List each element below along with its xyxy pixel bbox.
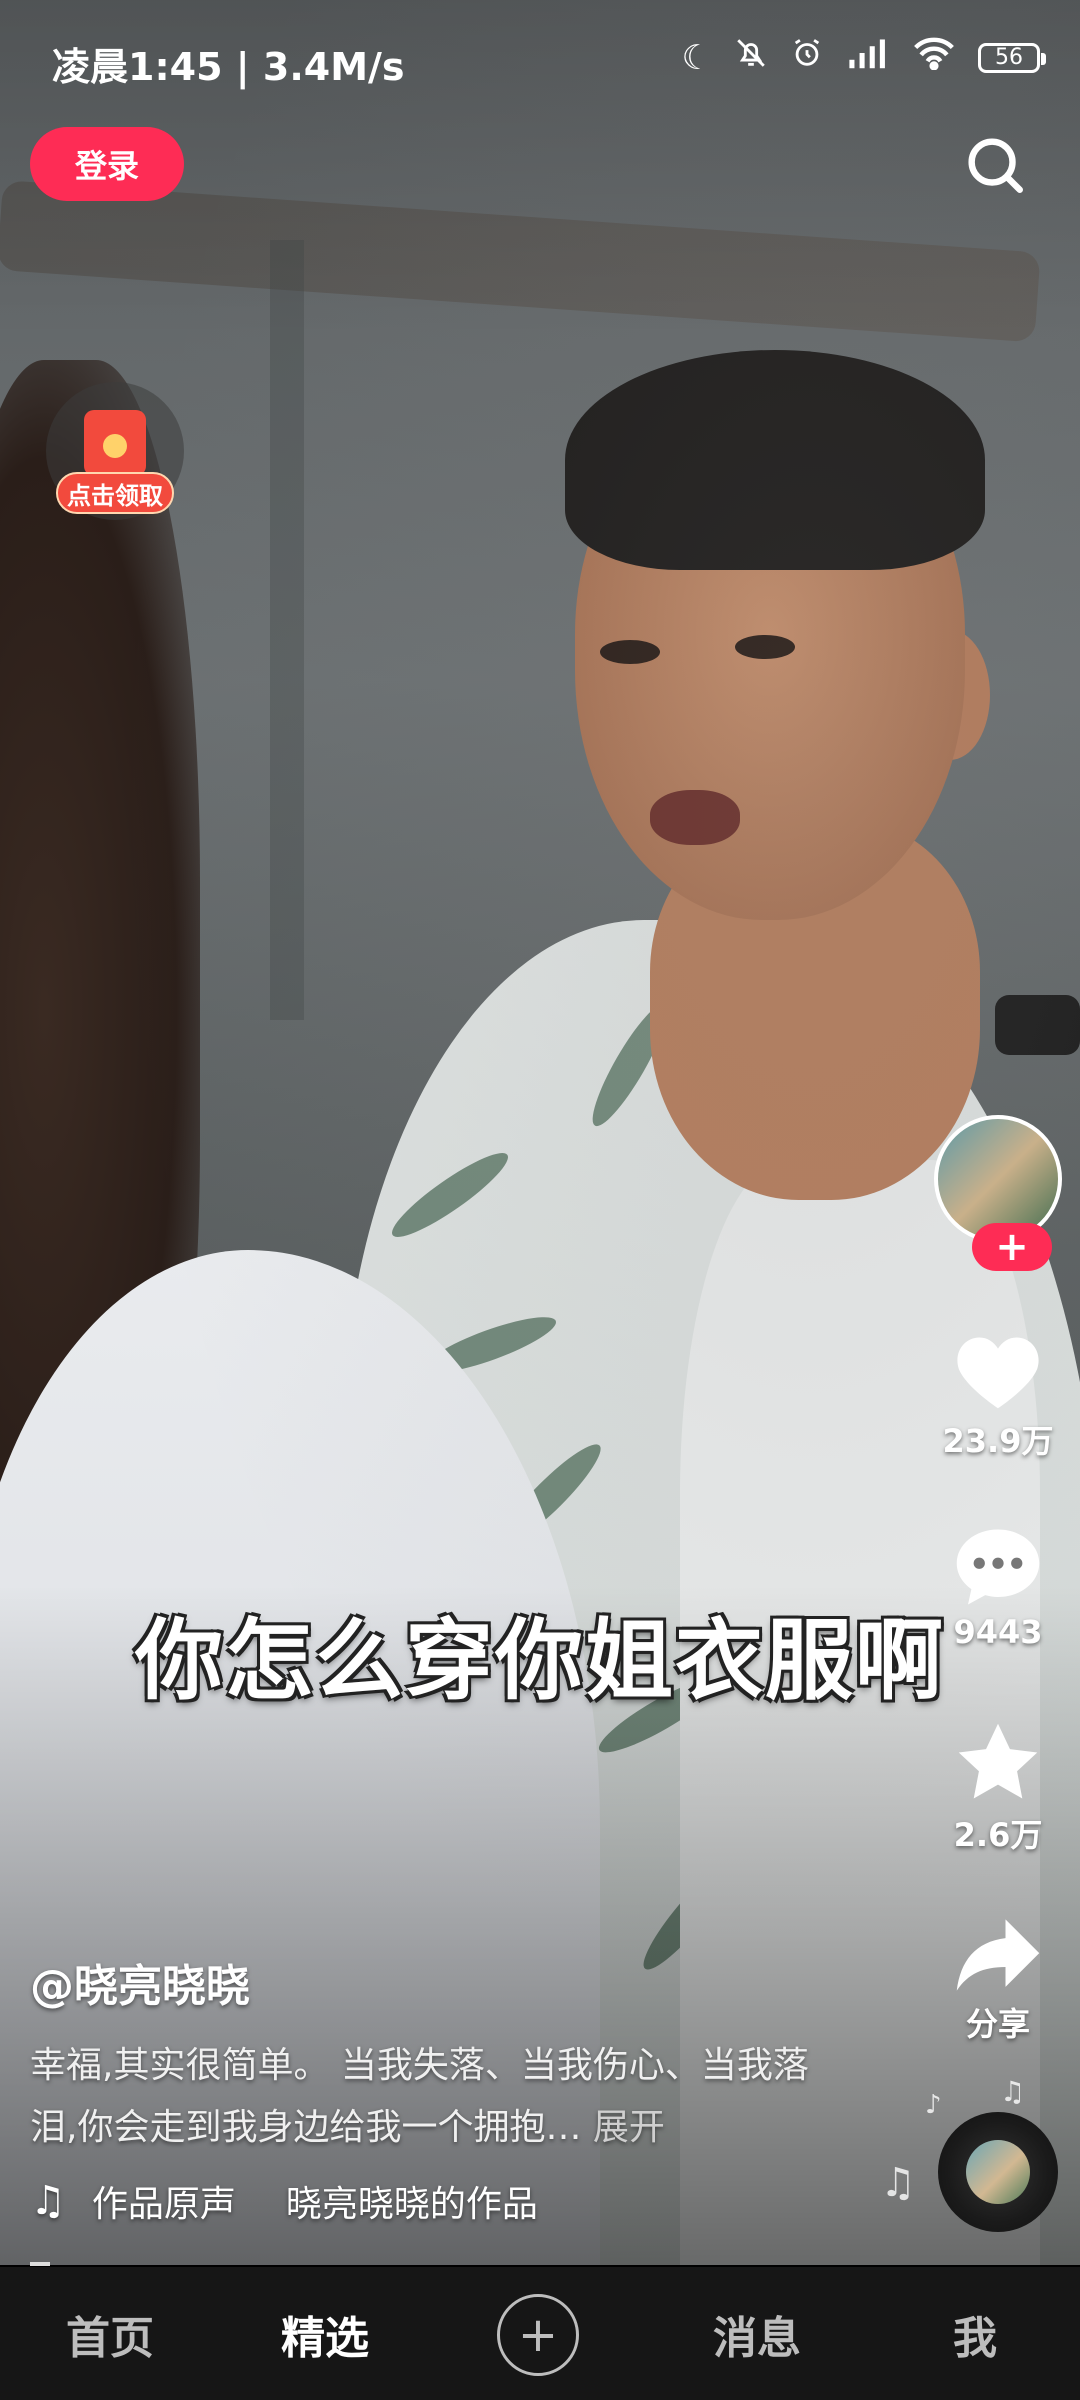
status-time: 凌晨1:45 | 3.4M/s (52, 36, 405, 91)
like-count: 23.9万 (942, 1422, 1054, 1460)
battery-level: 56 (995, 45, 1023, 70)
floating-note-icon: ♫ (1000, 2075, 1026, 2108)
comment-icon (956, 1529, 1040, 1605)
music-author: 晓亮晓晓的作品 (285, 2184, 538, 2225)
music-info[interactable]: ♫ 作品原声 晓亮晓晓的作品 (30, 2175, 590, 2227)
battery-icon: 56 (978, 42, 1046, 73)
login-button[interactable]: 登录 (30, 127, 184, 201)
video-description[interactable]: 幸福,其实很简单。 当我失落、当我伤心、当我落泪,你会走到我身边给我一个拥抱… … (30, 2035, 840, 2159)
status-separator: | (235, 45, 263, 89)
status-icons: ☾ 56 (681, 36, 1046, 79)
nav-messages[interactable]: 消息 (687, 2267, 827, 2400)
floating-note-icon: ♪ (925, 2090, 942, 2120)
plus-icon: + (517, 2307, 559, 2363)
video-shade (0, 0, 1080, 2265)
moon-icon: ☾ (681, 37, 712, 78)
comment-count: 9443 (953, 1613, 1043, 1651)
share-icon (956, 1919, 1040, 1991)
star-icon (958, 1723, 1038, 1799)
bottom-nav: 首页 精选 + 消息 我 (0, 2267, 1080, 2400)
status-bar: 凌晨1:45 | 3.4M/s ☾ 56 (0, 0, 1080, 120)
video-progress[interactable] (30, 2262, 50, 2266)
music-disc[interactable] (938, 2112, 1058, 2232)
expand-link[interactable]: 展开 (593, 2107, 665, 2148)
heart-icon (957, 1337, 1039, 1409)
red-packet-label: 点击领取 (56, 472, 174, 514)
music-cover (966, 2140, 1030, 2204)
nav-me[interactable]: 我 (915, 2267, 1035, 2400)
share-button[interactable]: 分享 (930, 1915, 1066, 2045)
video-player[interactable] (0, 0, 1080, 2265)
nav-featured[interactable]: 精选 (255, 2267, 395, 2400)
like-button[interactable]: 23.9万 (930, 1330, 1066, 1462)
music-title: 作品原声 (91, 2184, 236, 2225)
red-packet-widget[interactable]: 点击领取 (46, 382, 184, 520)
floating-note-icon: ♫ (880, 2160, 916, 2206)
create-button[interactable]: + (497, 2294, 579, 2376)
clock-text: 凌晨1:45 (52, 45, 223, 89)
alarm-icon (790, 36, 824, 79)
author-name[interactable]: @晓亮晓晓 (30, 1950, 250, 2014)
comment-button[interactable]: 9443 (930, 1525, 1066, 1651)
follow-button[interactable]: + (972, 1223, 1052, 1271)
wifi-icon (912, 36, 956, 79)
favorite-count: 2.6万 (953, 1816, 1043, 1854)
signal-icon (846, 36, 890, 79)
favorite-button[interactable]: 2.6万 (930, 1720, 1066, 1856)
search-icon[interactable] (960, 130, 1030, 200)
nav-home[interactable]: 首页 (40, 2267, 180, 2400)
share-label: 分享 (965, 2005, 1030, 2043)
coin-icon (103, 434, 127, 458)
music-note-icon: ♫ (30, 2178, 66, 2224)
video-subtitle: 你怎么穿你姐衣服啊 (134, 1609, 945, 1712)
bell-muted-icon (734, 36, 768, 79)
description-text: 幸福,其实很简单。 当我失落、当我伤心、当我落泪,你会走到我身边给我一个拥抱… (30, 2045, 809, 2148)
network-speed: 3.4M/s (262, 45, 405, 89)
